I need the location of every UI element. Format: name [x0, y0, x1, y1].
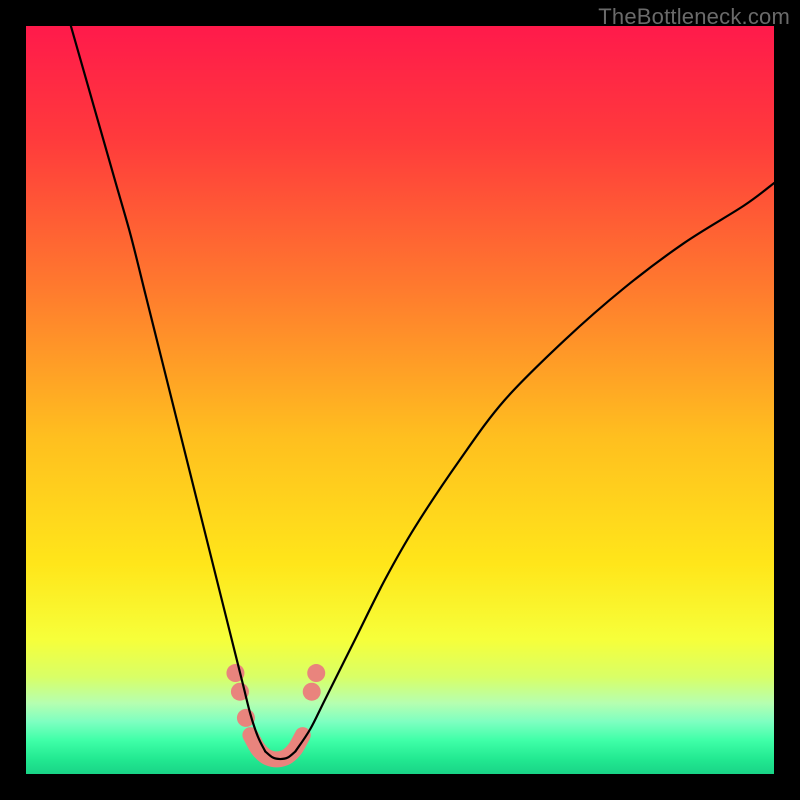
gradient-background — [26, 26, 774, 774]
highlight-dot — [307, 664, 325, 682]
bottleneck-chart — [26, 26, 774, 774]
chart-frame — [26, 26, 774, 774]
highlight-dot — [303, 683, 321, 701]
